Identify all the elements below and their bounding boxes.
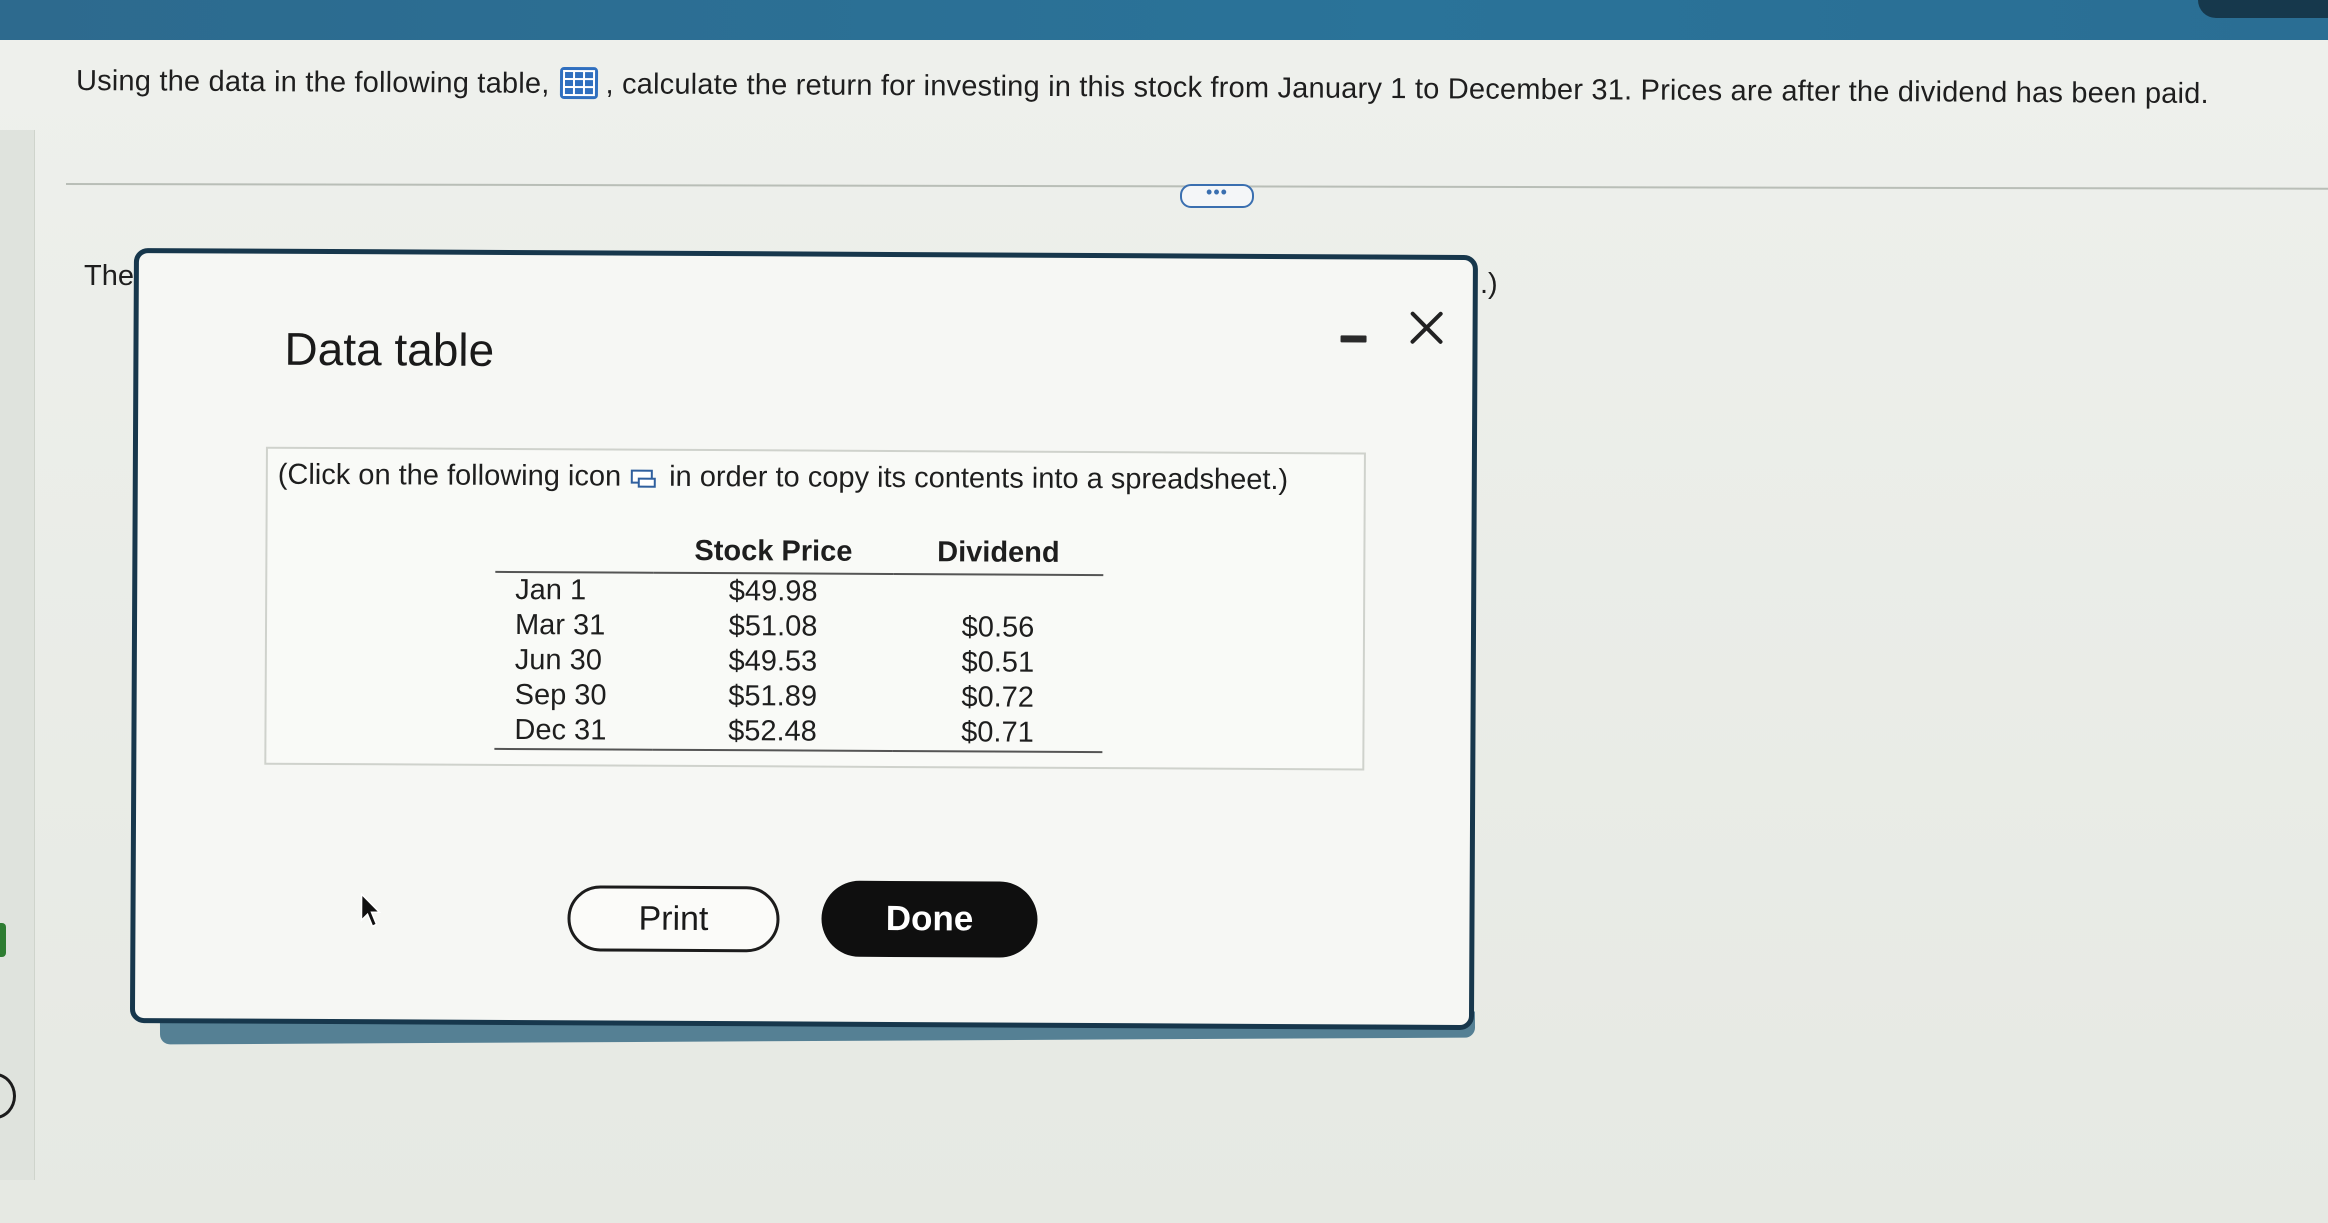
data-table-dialog: Data table (Click on the following icon … (129, 248, 1478, 1031)
copy-instruction-start: (Click on the following icon (277, 458, 622, 493)
grid-table-icon[interactable] (559, 67, 598, 100)
stock-data-table: Stock Price Dividend Jan 1 $49.98 Mar 31… (494, 531, 1104, 753)
minimize-icon[interactable] (1338, 323, 1368, 351)
stock-price-cell: $49.98 (728, 575, 818, 608)
stock-price-cell: $52.48 (652, 713, 893, 751)
date-cell: Dec 31 (494, 712, 653, 750)
table-header-row: Stock Price Dividend (495, 531, 1104, 576)
dividend-cell (893, 574, 1103, 611)
left-status-marker (0, 923, 6, 957)
date-cell: Sep 30 (514, 678, 607, 712)
top-bar-corner (2198, 0, 2328, 18)
table-row: Jan 1 $49.98 (495, 572, 1103, 611)
date-cell: Jan 1 (515, 574, 587, 607)
table-row: Sep 30 $51.89 $0.72 (495, 678, 1103, 716)
stock-price-cell: $49.53 (728, 645, 818, 678)
question-text-start: Using the data in the following table, (75, 65, 550, 100)
dividend-cell: $0.56 (961, 611, 1035, 644)
table-row: Mar 31 $51.08 $0.56 (495, 608, 1103, 646)
background-text-fragment: The (84, 260, 134, 292)
dividend-cell: $0.71 (892, 714, 1103, 753)
stock-price-cell: $51.08 (728, 610, 818, 643)
table-row: Jun 30 $49.53 $0.51 (495, 643, 1103, 681)
mouse-pointer-icon (359, 892, 383, 930)
copy-instruction: (Click on the following icon in order to… (277, 458, 1289, 497)
copy-icon[interactable] (629, 465, 659, 489)
header-dividend: Dividend (893, 533, 1104, 576)
close-icon[interactable] (1404, 306, 1448, 350)
data-table-panel: (Click on the following icon in order to… (264, 446, 1366, 771)
table-row: Dec 31 $52.48 $0.71 (494, 712, 1103, 753)
copy-instruction-end: in order to copy its contents into a spr… (669, 460, 1289, 497)
header-date (495, 531, 654, 573)
header-stock-price: Stock Price (653, 532, 894, 574)
stock-price-cell: $51.89 (728, 680, 818, 713)
dialog-title: Data table (284, 322, 495, 376)
left-panel-edge (0, 130, 35, 1180)
dividend-cell: $0.72 (961, 681, 1035, 714)
print-button[interactable]: Print (567, 885, 780, 953)
date-cell: Mar 31 (514, 609, 606, 642)
done-button[interactable]: Done (821, 880, 1038, 958)
background-text-fragment-right: .) (1480, 268, 1498, 300)
dividend-cell: $0.51 (961, 646, 1035, 679)
expand-button[interactable]: ••• (1180, 183, 1254, 208)
date-cell: Jun 30 (514, 644, 603, 677)
